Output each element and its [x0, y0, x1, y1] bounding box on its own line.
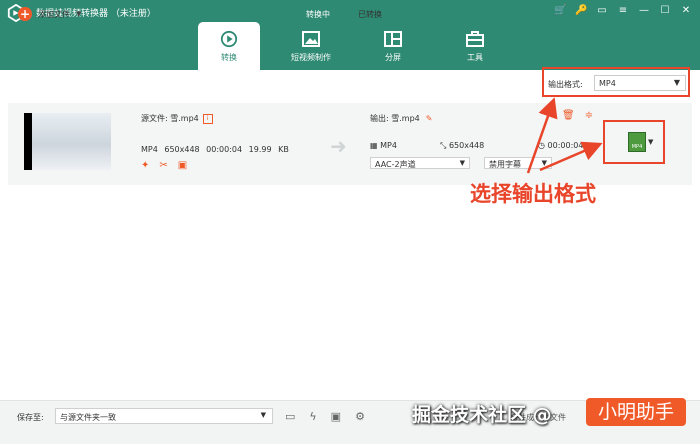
tab-split-screen[interactable]: 分屏 — [362, 22, 424, 70]
bottom-tools: ▭ ϟ ▣ ⚙ — [285, 410, 365, 423]
main-nav: 转换 短视频制作 分屏 工具 — [198, 22, 526, 70]
output-file-name: 输出: 雪.mp4 ✎ — [370, 113, 432, 124]
settings-gear-icon[interactable]: ⚙ — [355, 410, 365, 423]
chevron-down-icon: ▼ — [541, 159, 547, 167]
info-icon[interactable]: i — [202, 113, 213, 124]
subtitle-select[interactable]: 禁用字幕 ▼ — [484, 157, 552, 169]
chevron-down-icon[interactable]: ▼ — [648, 138, 653, 146]
minimize-icon[interactable]: — — [638, 5, 650, 17]
edit-tools: ✦ ✂ ▣ — [141, 160, 187, 171]
row-actions: 🗑 ≑ — [562, 110, 593, 121]
image-icon — [302, 31, 320, 47]
delete-icon[interactable]: 🗑 — [562, 110, 575, 121]
annotation-label: 选择输出格式 — [470, 182, 596, 206]
source-file-label: 源文件: 雪.mp4 — [141, 114, 199, 123]
maximize-icon[interactable]: ☐ — [659, 5, 671, 17]
merge-icon[interactable]: ≑ — [585, 110, 593, 121]
key-icon[interactable]: 🔑 — [575, 5, 587, 17]
close-icon[interactable]: ✕ — [680, 5, 692, 17]
converted-tab[interactable]: 已转换 — [342, 6, 398, 23]
save-to-label: 保存至: — [17, 413, 44, 422]
arrow-right-icon: ➜ — [330, 134, 347, 158]
plus-icon: + — [18, 7, 32, 21]
output-duration-info: ◷ 00:00:04 — [538, 141, 584, 150]
output-format-select[interactable]: MP4 ▼ — [594, 75, 686, 91]
split-screen-icon — [384, 31, 402, 47]
watermark-text: 掘金技术社区 @ — [412, 404, 552, 426]
source-file-name: 源文件: 雪.mp4 i — [141, 113, 213, 124]
status-toggle: 转换中 已转换 — [294, 6, 398, 23]
convert-icon — [220, 30, 238, 48]
add-file-button[interactable]: + 添加文件 ▼ — [18, 7, 81, 21]
output-resolution-info: ⤡ 650x448 — [440, 141, 485, 150]
feedback-icon[interactable]: ▭ — [596, 5, 608, 17]
tab-tools-label: 工具 — [467, 53, 483, 62]
tab-convert[interactable]: 转换 — [198, 22, 260, 70]
cart-icon[interactable]: 🛒 — [554, 5, 566, 17]
menu-icon[interactable]: ≡ — [617, 5, 629, 17]
save-to-value: 与源文件夹一致 — [60, 413, 116, 422]
format-select-button[interactable]: MP4 — [628, 132, 646, 152]
output-file-label: 输出: 雪.mp4 — [370, 114, 420, 123]
gpu-icon[interactable]: ▣ — [331, 410, 341, 423]
subtitle-value: 禁用字幕 — [489, 160, 521, 169]
tab-tools[interactable]: 工具 — [444, 22, 506, 70]
output-format-label: 输出格式: — [548, 80, 583, 89]
output-format-info: ▦ MP4 — [370, 141, 397, 150]
chevron-down-icon: ▼ — [673, 78, 680, 87]
chevron-down-icon[interactable]: ▼ — [76, 10, 81, 18]
edit-effects-icon[interactable]: ▣ — [178, 160, 187, 171]
folder-icon[interactable]: ▭ — [285, 410, 295, 423]
output-meta: ▦ MP4 ⤡ 650x448 ◷ 00:00:04 — [370, 141, 583, 151]
save-to-select[interactable]: 与源文件夹一致 ▼ — [55, 408, 273, 424]
video-thumbnail[interactable] — [24, 113, 111, 170]
tab-short-video[interactable]: 短视频制作 — [280, 22, 342, 70]
converting-tab[interactable]: 转换中 — [294, 6, 342, 23]
pencil-icon[interactable]: ✎ — [426, 114, 433, 123]
convert-all-button[interactable]: 小明助手 — [586, 398, 686, 426]
window-controls: 🛒 🔑 ▭ ≡ — ☐ ✕ — [554, 5, 692, 17]
tab-split-screen-label: 分屏 — [385, 53, 401, 62]
toolbox-icon — [466, 31, 484, 47]
chevron-down-icon: ▼ — [459, 159, 465, 167]
audio-track-select[interactable]: AAC-2声道 ▼ — [370, 157, 470, 169]
source-meta: MP4 650x448 00:00:04 19.99 KB — [141, 145, 289, 154]
tab-short-video-label: 短视频制作 — [291, 53, 331, 62]
hardware-accel-icon[interactable]: ϟ — [309, 410, 316, 423]
add-file-label: 添加文件 — [38, 9, 70, 19]
audio-track-value: AAC-2声道 — [375, 160, 416, 169]
chevron-down-icon: ▼ — [260, 411, 266, 419]
output-format-value: MP4 — [599, 79, 616, 88]
tab-convert-label: 转换 — [221, 53, 237, 62]
enhance-icon[interactable]: ✦ — [141, 160, 149, 171]
scissors-icon[interactable]: ✂ — [159, 160, 167, 171]
